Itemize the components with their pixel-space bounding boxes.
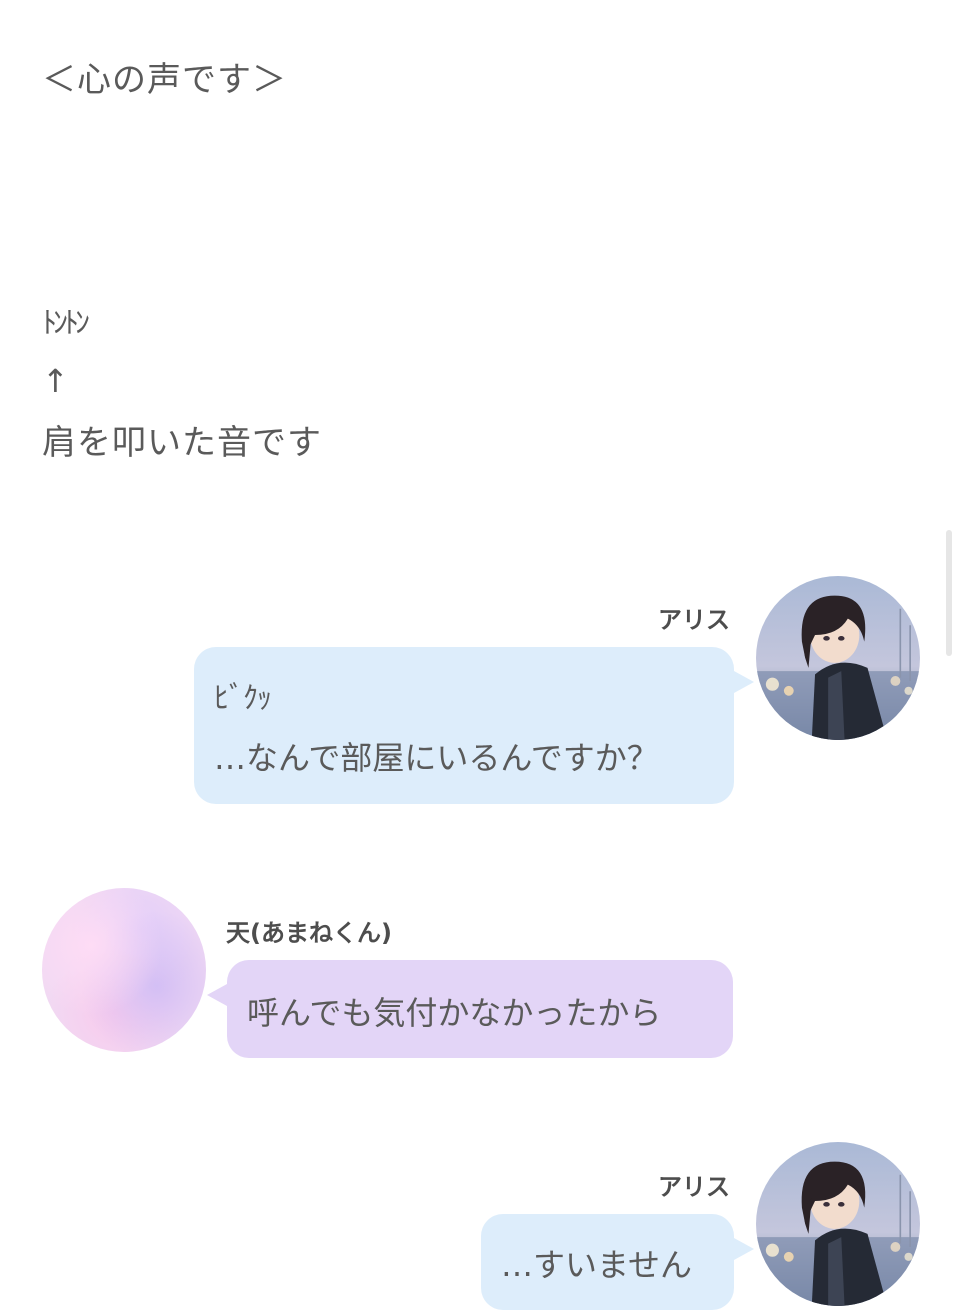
message-bubble-alice: ﾋﾞｸｯ …なんで部屋にいるんですか？ bbox=[194, 647, 754, 804]
alice-avatar[interactable] bbox=[756, 1142, 920, 1306]
message-line: …すいません bbox=[501, 1246, 693, 1284]
amane-avatar[interactable] bbox=[42, 888, 206, 1052]
message-line: …なんで部屋にいるんですか？ bbox=[214, 739, 659, 777]
bubble-tail bbox=[734, 671, 754, 693]
speaker-name-alice: アリス bbox=[658, 606, 730, 634]
message-line: ﾋﾞｸｯ bbox=[214, 681, 272, 716]
alice-avatar[interactable] bbox=[756, 576, 920, 740]
scrollbar[interactable] bbox=[946, 530, 952, 656]
sound-effect-text: ﾄﾝﾄﾝ bbox=[42, 306, 90, 341]
story-heading: ＜心の声です＞ bbox=[42, 60, 287, 100]
speaker-name-amane: 天(あまねくん) bbox=[226, 919, 392, 947]
bubble-tail bbox=[207, 984, 227, 1006]
message-line: 呼んでも気付かなかったから bbox=[247, 994, 662, 1032]
message-bubble-amane: 呼んでも気付かなかったから bbox=[207, 960, 733, 1058]
speaker-name-alice: アリス bbox=[658, 1173, 730, 1201]
sound-effect-note: 肩を叩いた音です bbox=[42, 423, 322, 463]
bubble-tail bbox=[734, 1238, 754, 1260]
up-arrow-icon: ↑ bbox=[42, 362, 69, 400]
message-bubble-alice: …すいません bbox=[481, 1214, 754, 1310]
